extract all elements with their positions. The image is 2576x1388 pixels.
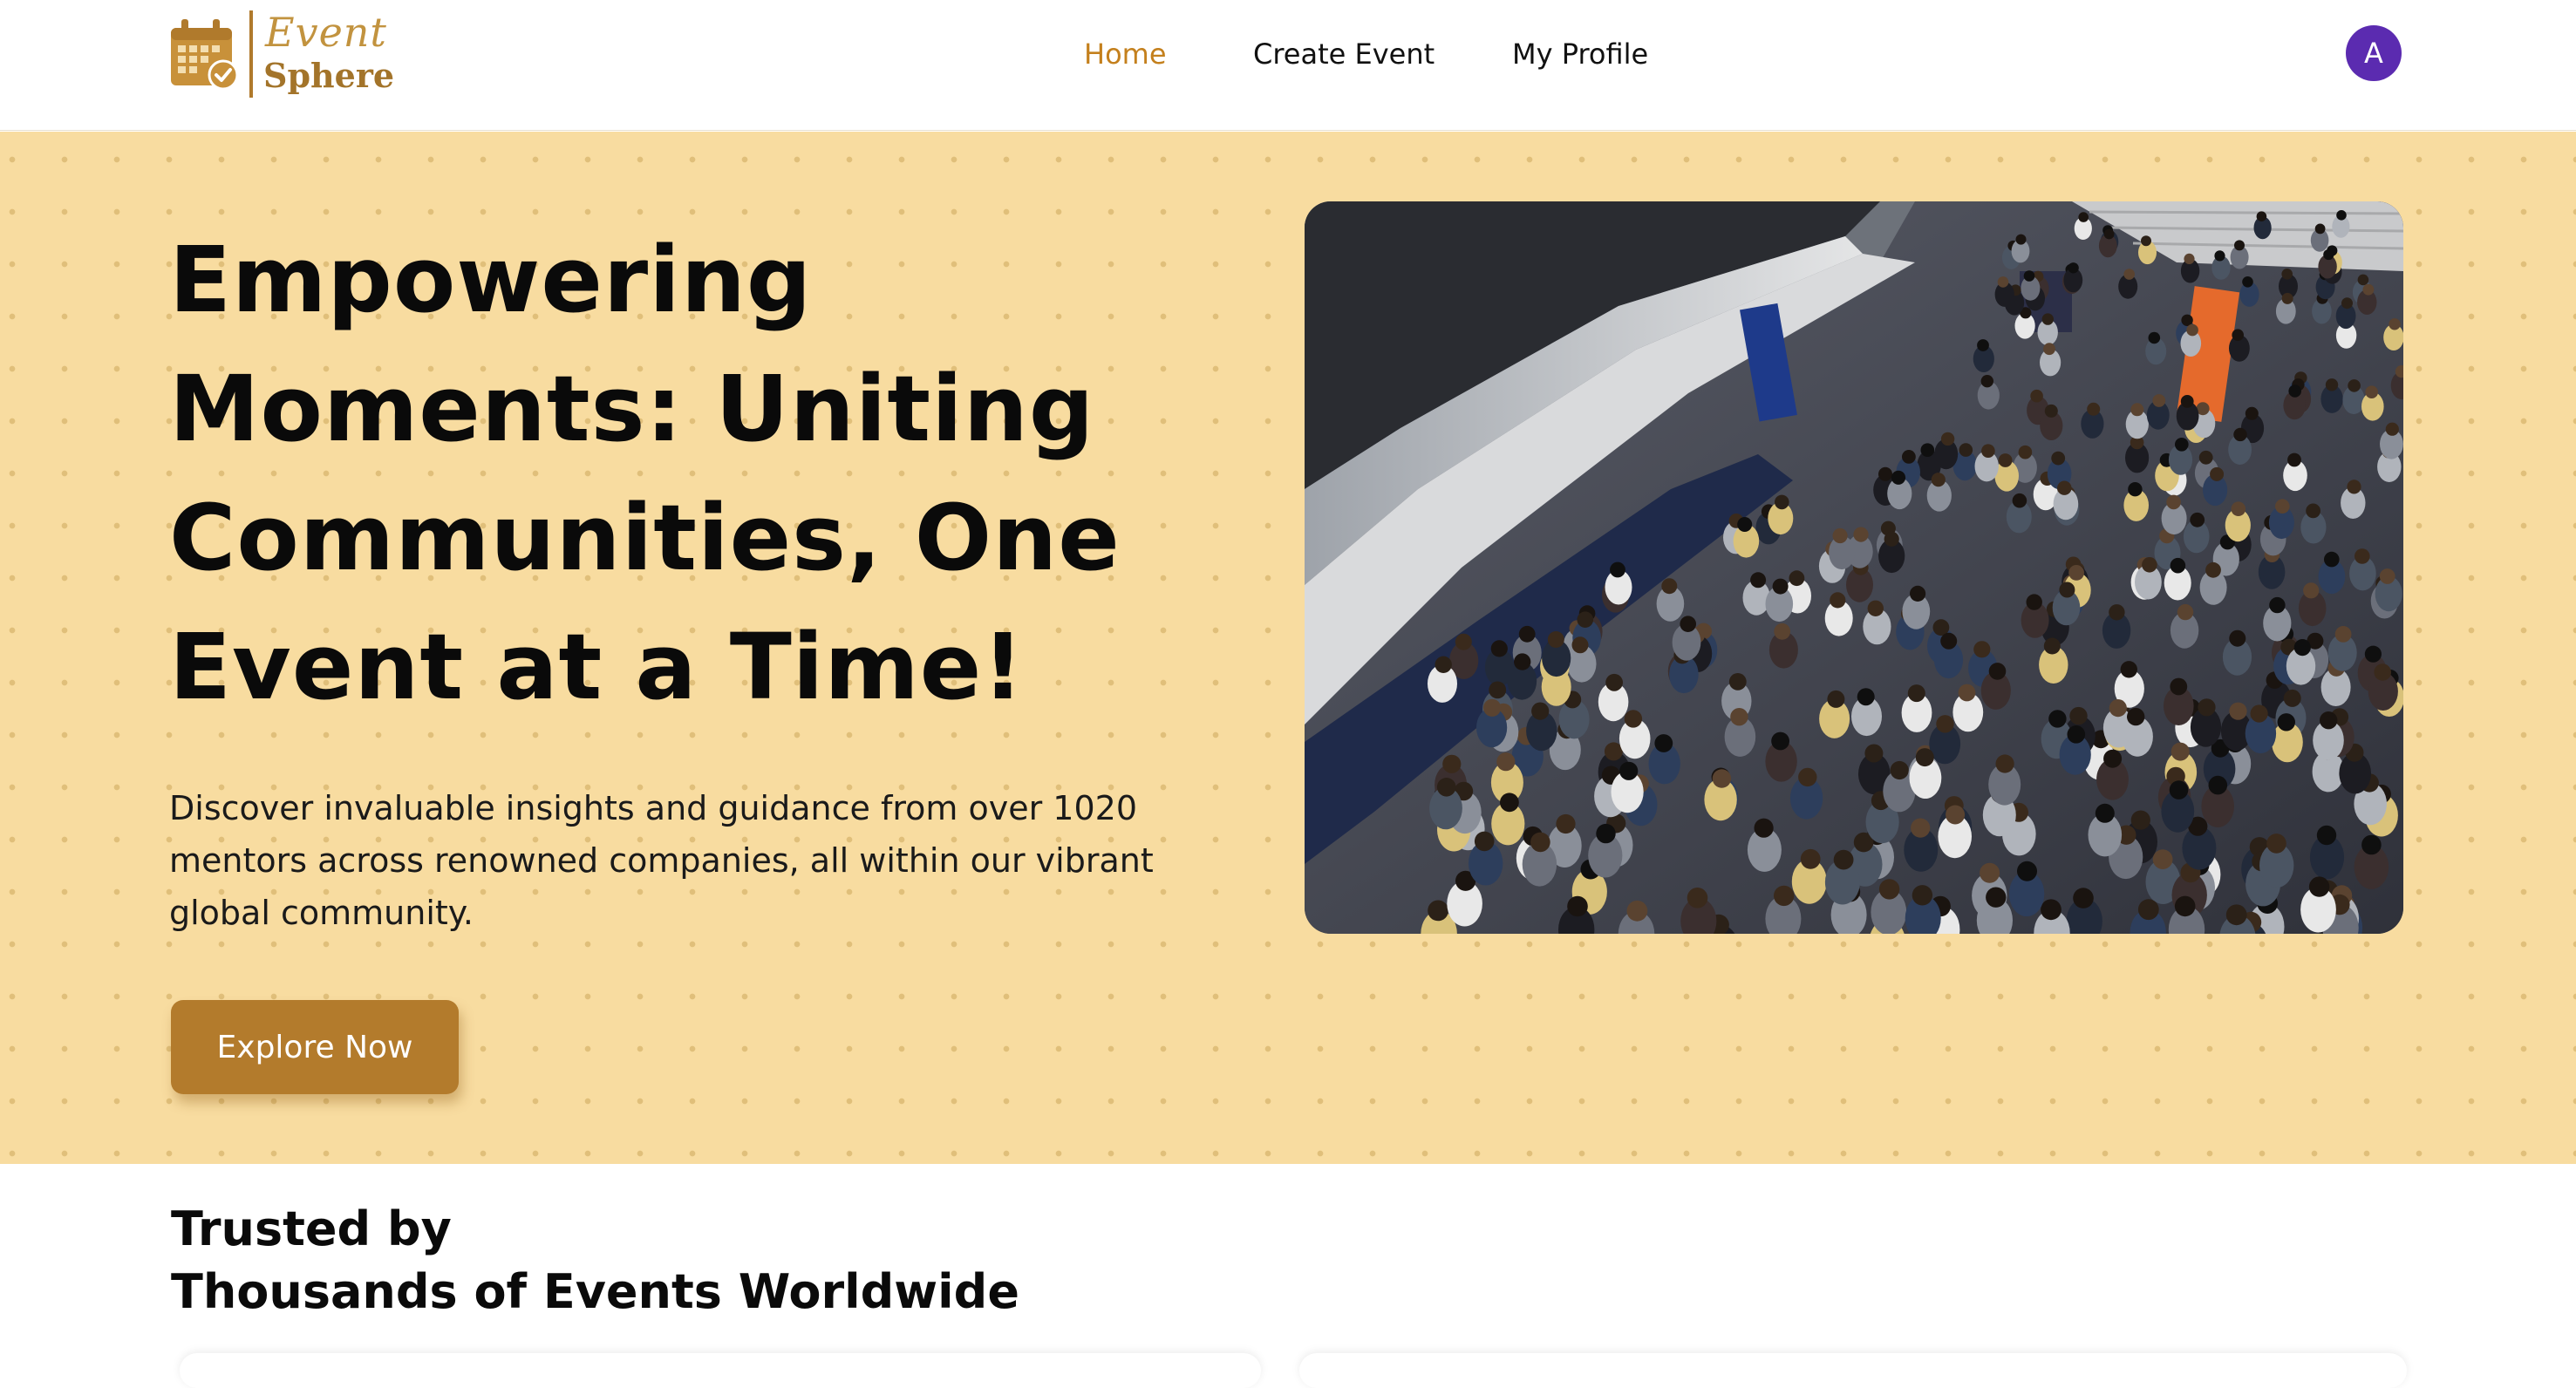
hero-section: Empowering Moments: Uniting Communities,… — [0, 132, 2576, 1164]
brand-name-top: Event — [265, 9, 387, 56]
brand-name-bottom: Sphere — [263, 56, 395, 95]
logo-divider — [249, 10, 253, 98]
nav-home-link[interactable]: Home — [1084, 35, 1167, 73]
crowd-at-conference-photo — [1305, 201, 2403, 934]
hero-description: Discover invaluable insights and guidanc… — [169, 789, 1154, 932]
brand-logo[interactable]: Event Sphere — [169, 9, 396, 99]
trusted-title-line1: Trusted by — [171, 1201, 452, 1256]
trusted-section-title: Trusted by Thousands of Events Worldwide — [171, 1198, 1392, 1323]
trusted-title-line2: Thousands of Events Worldwide — [171, 1264, 1019, 1319]
event-card[interactable] — [1299, 1353, 2407, 1388]
explore-now-button[interactable]: Explore Now — [171, 1000, 459, 1094]
event-card[interactable] — [180, 1353, 1261, 1388]
nav-create-event-link[interactable]: Create Event — [1253, 35, 1435, 73]
top-navbar: Event Sphere Home Create Event My Profil… — [0, 0, 2576, 131]
user-avatar[interactable]: A — [2346, 25, 2402, 81]
calendar-check-icon — [171, 19, 239, 91]
hero-title: Empowering Moments: Uniting Communities,… — [169, 227, 1121, 720]
nav-my-profile-link[interactable]: My Profile — [1512, 35, 1648, 73]
